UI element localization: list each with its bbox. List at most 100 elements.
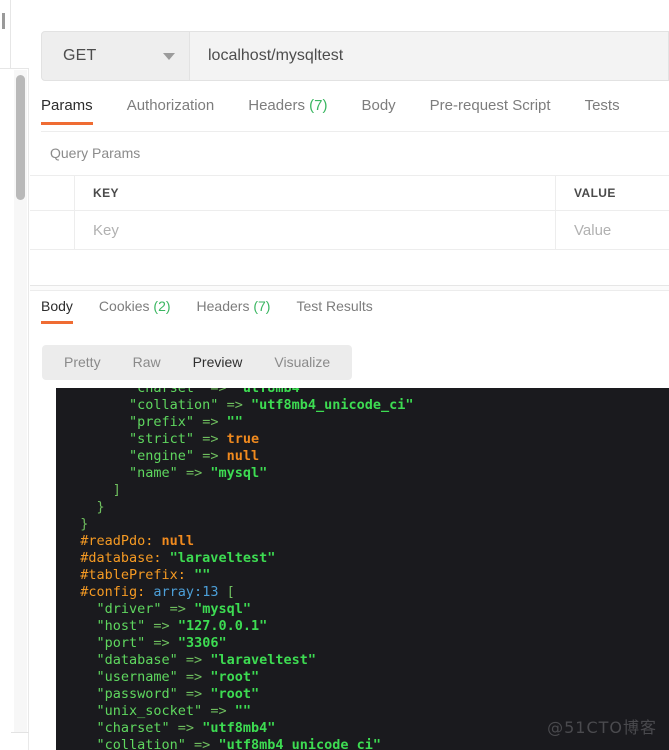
request-tab-authorization[interactable]: Authorization: [127, 95, 215, 125]
watermark: @51CTO博客: [547, 718, 657, 737]
request-tab-headers[interactable]: Headers (7): [248, 95, 327, 125]
request-tab-params[interactable]: Params: [41, 95, 93, 125]
code-line: "port" => "3306": [56, 635, 669, 652]
code-token: "database": [96, 652, 178, 668]
param-key-placeholder: Key: [93, 221, 119, 239]
request-url-input[interactable]: localhost/mysqltest: [190, 31, 669, 81]
code-line: #tablePrefix: "": [56, 567, 669, 584]
code-token: "name": [129, 465, 178, 481]
param-key-input[interactable]: Key: [75, 211, 556, 249]
response-tab-body[interactable]: Body: [41, 296, 73, 324]
code-token: "charset": [129, 388, 203, 396]
code-token: =>: [177, 652, 211, 668]
code-token: "": [226, 414, 243, 430]
window-left-edge: [0, 0, 11, 69]
request-tab-prerequest-script[interactable]: Pre-request Script: [430, 95, 551, 125]
code-line: #database: "laraveltest": [56, 550, 669, 567]
code-token: =>: [202, 703, 235, 719]
query-params-title: Query Params: [50, 145, 141, 161]
vertical-scrollbar-thumb[interactable]: [16, 75, 25, 200]
code-token: #config:: [80, 584, 154, 600]
code-token: [: [218, 584, 235, 600]
url-bar: GET localhost/mysqltest: [41, 31, 669, 81]
request-tab-headers-label: Headers: [248, 97, 305, 114]
code-token: =>: [202, 388, 235, 396]
view-mode-pretty[interactable]: Pretty: [48, 345, 117, 380]
response-body-preview[interactable]: "charset" => "utf8mb4" "collation" => "u…: [56, 388, 669, 750]
code-line: "charset" => "utf8mb4": [56, 388, 669, 397]
code-token: true: [226, 431, 260, 447]
code-token: =>: [169, 720, 203, 736]
response-tab-cookies[interactable]: Cookies (2): [99, 296, 171, 324]
code-token: "127.0.0.1": [177, 618, 268, 634]
code-token: "mysql": [194, 601, 251, 617]
request-tab-prerequest-script-label: Pre-request Script: [429, 97, 551, 114]
code-token: #readPdo:: [80, 533, 162, 549]
param-value-placeholder: Value: [574, 221, 612, 239]
response-tab-headers-count: (7): [253, 298, 271, 314]
code-token: ]: [112, 482, 121, 498]
view-mode-raw-label: Raw: [132, 354, 161, 370]
code-token: "collation": [96, 737, 186, 750]
view-mode-visualize-label: Visualize: [274, 354, 331, 370]
view-mode-raw[interactable]: Raw: [117, 345, 177, 380]
view-mode-visualize[interactable]: Visualize: [258, 345, 346, 380]
code-token: #tablePrefix:: [80, 567, 195, 583]
response-tabs: Body Cookies (2) Headers (7) Test Result…: [41, 296, 669, 328]
response-tab-headers[interactable]: Headers (7): [197, 296, 271, 324]
table-header-row: KEY VALUE: [30, 175, 669, 211]
code-line: #config: array:13 [: [56, 584, 669, 601]
code-token: =>: [194, 414, 227, 430]
row-checkbox-cell[interactable]: [30, 211, 75, 249]
request-tab-params-label: Params: [41, 97, 93, 114]
code-token: =>: [177, 686, 211, 702]
code-token: "password": [96, 686, 178, 702]
code-token: "utf8mb4": [234, 388, 308, 396]
view-mode-preview-label: Preview: [192, 354, 243, 370]
code-token: "laraveltest": [169, 550, 276, 566]
chevron-down-icon: [163, 52, 175, 60]
response-tab-headers-label: Headers: [196, 298, 250, 314]
code-token: }: [80, 516, 89, 532]
response-tab-test-results[interactable]: Test Results: [296, 296, 372, 324]
code-token: "root": [210, 669, 260, 685]
request-tab-body[interactable]: Body: [361, 95, 395, 125]
code-line: "strict" => true: [56, 431, 669, 448]
column-header-value: VALUE: [574, 186, 616, 200]
code-token: =>: [145, 635, 178, 651]
code-token: "host": [96, 618, 146, 634]
code-token: "3306": [177, 635, 227, 651]
code-token: "collation": [129, 397, 219, 413]
table-row: Key Value: [30, 211, 669, 250]
response-tab-cookies-label: Cookies: [98, 298, 150, 314]
param-value-input[interactable]: Value: [556, 211, 669, 249]
select-all-cell[interactable]: [30, 176, 75, 210]
code-token: "driver": [96, 601, 162, 617]
code-token: =>: [177, 465, 211, 481]
code-line: "password" => "root": [56, 686, 669, 703]
code-line: "driver" => "mysql": [56, 601, 669, 618]
code-token: "charset": [96, 720, 170, 736]
code-line: "name" => "mysql": [56, 465, 669, 482]
code-token: "strict": [129, 431, 195, 447]
code-token: "engine": [129, 448, 195, 464]
response-tab-test-results-label: Test Results: [296, 298, 373, 314]
code-token: "mysql": [210, 465, 268, 481]
code-token: }: [96, 499, 105, 515]
code-line: "database" => "laraveltest": [56, 652, 669, 669]
request-tab-tests[interactable]: Tests: [585, 95, 620, 125]
code-token: "utf8mb4_unicode_ci": [218, 737, 381, 750]
request-url-value: localhost/mysqltest: [208, 47, 344, 64]
view-mode-preview[interactable]: Preview: [177, 345, 259, 380]
code-token: "username": [96, 669, 178, 685]
code-token: "utf8mb4_unicode_ci": [250, 397, 414, 413]
code-line: "host" => "127.0.0.1": [56, 618, 669, 635]
code-token: "laraveltest": [210, 652, 316, 668]
http-method-select[interactable]: GET: [41, 31, 190, 81]
pane-splitter[interactable]: [30, 286, 669, 291]
code-token: "": [194, 567, 211, 583]
code-line: }: [56, 516, 669, 533]
code-line: "engine" => null: [56, 448, 669, 465]
view-mode-pretty-label: Pretty: [64, 354, 101, 370]
window-left-tick-icon: [2, 13, 5, 29]
